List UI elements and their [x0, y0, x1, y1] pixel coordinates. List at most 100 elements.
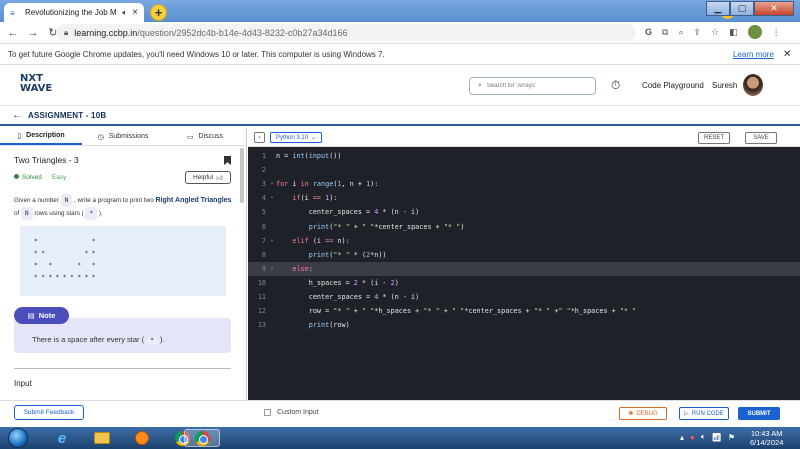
sample-pattern: * * * * * * * * * * * * * * * * * * * [20, 226, 226, 296]
custom-input-toggle[interactable]: Custom Input [264, 409, 319, 416]
play-icon: ▷ [684, 411, 689, 417]
submit-feedback-button[interactable]: Submit Feedback [14, 405, 84, 420]
user-name[interactable]: Suresh [712, 81, 737, 90]
taskbar-clock[interactable]: 10:43 AM 6/14/2024 [750, 429, 783, 447]
solved-label: Solved [22, 174, 42, 181]
desc-text: of [14, 210, 20, 217]
solved-status: Solved [14, 174, 42, 181]
custom-input-checkbox[interactable] [264, 409, 271, 416]
code-line: 2 [261, 166, 266, 175]
bookmark-star-icon[interactable]: ☆ [711, 27, 719, 38]
code-line: 4 ▾ if(i == 1): [261, 194, 338, 203]
minimize-button[interactable]: ▁ [706, 1, 730, 16]
sidepanel-icon[interactable]: ◧ [729, 27, 738, 38]
address-bar-icons: G ⧉ ⌕ ⇪ ☆ ◧ ⋮ [645, 25, 781, 39]
document-icon: ▯ [17, 132, 22, 140]
tab-label: Discuss [198, 133, 224, 140]
zoom-icon[interactable]: ⌕ [678, 27, 683, 38]
tray-expand-icon[interactable]: ▴ [680, 433, 684, 442]
section-divider [14, 368, 231, 369]
desc-text: Given a number [14, 197, 59, 204]
tab-description[interactable]: ▯ Description [0, 128, 82, 145]
new-tab-button[interactable]: + [150, 4, 167, 21]
update-message: To get future Google Chrome updates, you… [8, 49, 385, 59]
nxtwave-logo[interactable]: NXT WAVE [20, 74, 52, 94]
submit-button[interactable]: SUBMIT [738, 407, 780, 420]
tab-discuss[interactable]: ▭ Discuss [164, 128, 246, 145]
problem-panel: ▯ Description ◷ Submissions ▭ Discuss Tw… [0, 128, 247, 401]
lock-icon: 🔒︎ [64, 27, 69, 37]
google-icon[interactable]: G [645, 27, 652, 37]
note-badge: ▤ Note [14, 307, 69, 324]
volume-icon[interactable]: 🔈︎ [701, 432, 706, 442]
problem-tabs: ▯ Description ◷ Submissions ▭ Discuss [0, 128, 246, 146]
note-text: There is a space after every star ( * ). [32, 335, 165, 344]
code-line-active: 9 ▾ else: [248, 261, 800, 276]
learn-more-link[interactable]: Learn more [733, 50, 774, 59]
code-line: 10 h_spaces = 2 * (i - 2) [257, 278, 399, 287]
language-select[interactable]: Python 3.10 ⌄ [270, 132, 322, 143]
desc-text: , write a program to print two [73, 197, 154, 204]
assignment-bar: ← ASSIGNMENT - 10B [0, 106, 800, 126]
debug-button[interactable]: ✱ DEBUG [619, 407, 667, 420]
taskbar-media[interactable] [124, 429, 160, 447]
address-bar-row: ← → ↻ 🔒︎ learning.ccbp.in /question/2952… [0, 22, 800, 43]
collapse-panel-button[interactable]: ‹ [254, 132, 265, 143]
back-arrow-icon[interactable]: ← [12, 110, 22, 121]
thumbs-up-icon: 👍︎ [216, 174, 224, 182]
save-button[interactable]: SAVE [745, 132, 777, 144]
window-controls: ▁ ▢ ✕ [706, 1, 794, 16]
note-label: Note [38, 311, 56, 320]
code-line: 8 print("* " * (2*n)) [261, 250, 387, 259]
code-line: 13 print(row) [257, 321, 350, 330]
share-icon[interactable]: ⇪ [694, 27, 702, 38]
tray-app-icon[interactable]: ● [690, 433, 695, 442]
left-panel-scrollbar[interactable] [240, 148, 244, 203]
reset-button[interactable]: RESET [698, 132, 730, 144]
internet-explorer-icon: e [57, 429, 67, 447]
user-avatar[interactable] [743, 74, 763, 96]
clock-icon: ◷ [97, 133, 104, 141]
tab-submissions[interactable]: ◷ Submissions [82, 128, 164, 145]
search-box[interactable]: ⌕ [469, 77, 596, 95]
close-window-button[interactable]: ✕ [754, 1, 794, 16]
browser-tab[interactable]: ≡ Revolutionizing the Job Mar 🔈︎ × [4, 3, 144, 22]
note-text-part: There is a space after every star ( [32, 335, 145, 344]
search-input[interactable] [486, 83, 587, 89]
taskbar-chrome-active[interactable] [184, 429, 220, 447]
system-tray: ▴ ● 🔈︎ 📶︎ ⚑ [680, 432, 735, 442]
desc-text: ). [98, 210, 103, 217]
bookmark-icon[interactable] [224, 156, 231, 165]
code-line: 12 row = "* " + " "*h_spaces + "* " + " … [257, 307, 637, 316]
speaker-icon[interactable]: 🔈︎ [122, 8, 127, 18]
code-playground-link[interactable]: Code Playground [642, 81, 704, 90]
media-player-icon [135, 431, 149, 445]
solved-dot-icon [14, 174, 19, 179]
helpful-button[interactable]: Helpful 👍︎ [185, 171, 231, 184]
debug-label: DEBUG [636, 410, 658, 417]
kebab-menu-icon[interactable]: ⋮ [772, 27, 781, 38]
taskbar-ie[interactable]: e [44, 429, 80, 447]
tab-label: Description [26, 132, 65, 139]
translate-icon[interactable]: ⧉ [662, 27, 668, 38]
url-input[interactable]: 🔒︎ learning.ccbp.in /question/2952dc4b-b… [56, 24, 636, 41]
stopwatch-icon[interactable]: ⏱︎ [611, 78, 620, 93]
code-line: 11 center_spaces = 4 * (n - i) [257, 292, 420, 301]
code-chip: * [146, 337, 158, 344]
code-line: 1n = int(input()) [261, 152, 342, 161]
language-label: Python 3.10 [276, 134, 309, 141]
forward-icon[interactable]: → [26, 27, 40, 39]
logo-line-2: WAVE [20, 83, 53, 94]
back-icon[interactable]: ← [6, 27, 20, 39]
close-info-bar-icon[interactable]: ✕ [783, 49, 791, 60]
maximize-button[interactable]: ▢ [730, 1, 754, 16]
custom-input-label: Custom Input [277, 409, 319, 416]
start-button[interactable] [4, 427, 32, 449]
profile-avatar-icon[interactable] [747, 25, 762, 39]
windows-orb-icon [8, 428, 28, 448]
network-icon[interactable]: 📶︎ [712, 433, 722, 442]
close-tab-icon[interactable]: × [132, 7, 138, 18]
taskbar-explorer[interactable] [84, 429, 120, 447]
flag-icon[interactable]: ⚑ [728, 433, 735, 442]
run-code-button[interactable]: ▷ RUN CODE [679, 407, 729, 420]
